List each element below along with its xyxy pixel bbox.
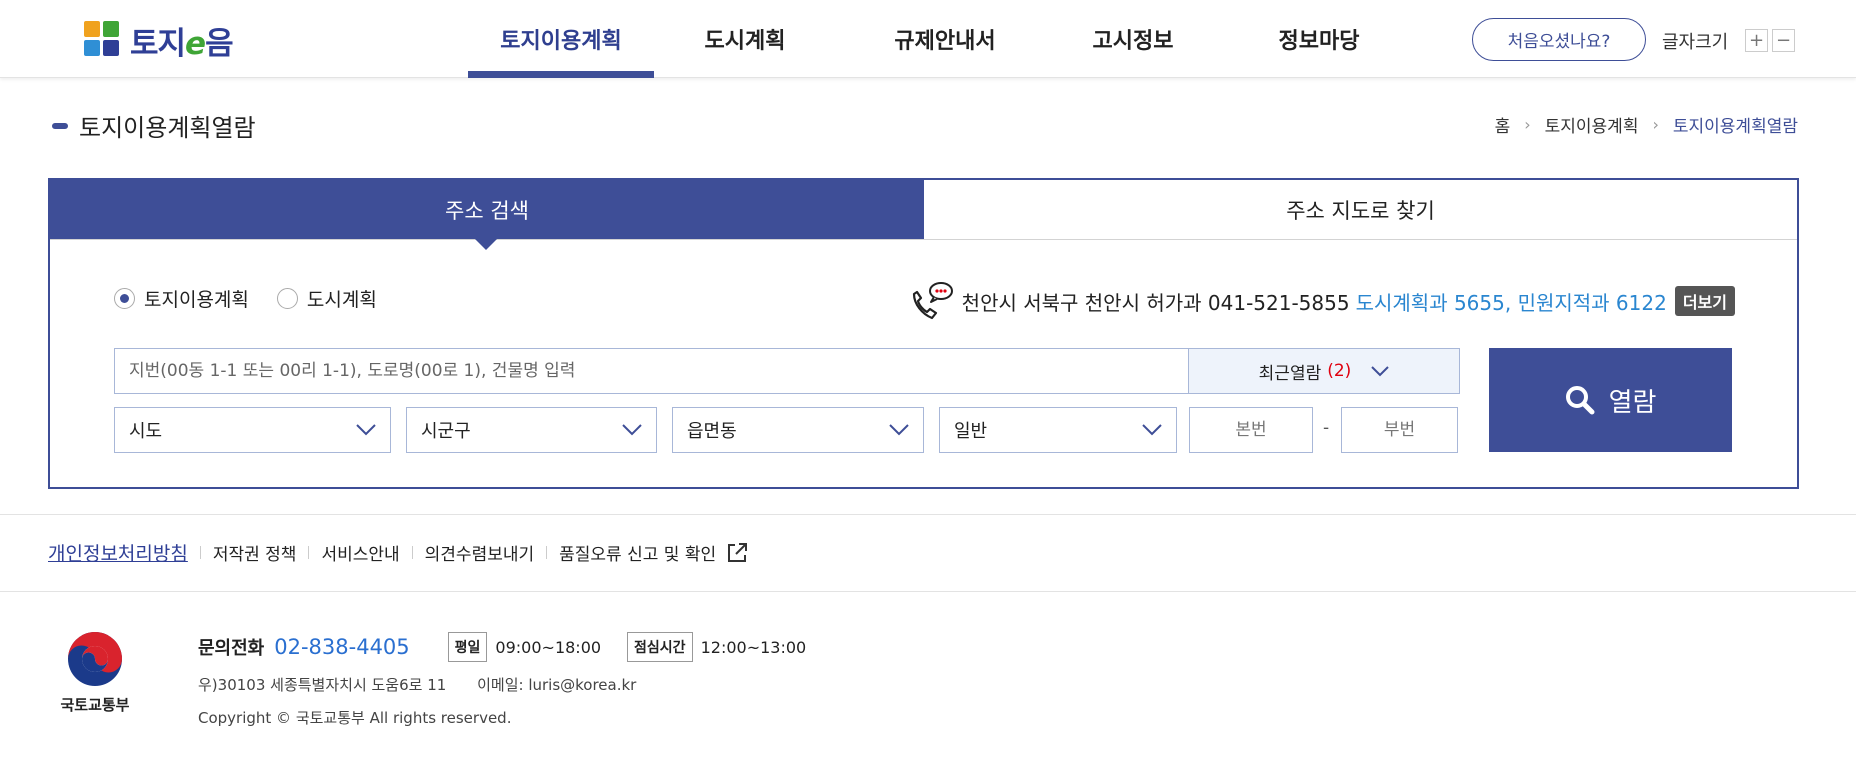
font-decrease-button[interactable]: − [1772, 29, 1795, 52]
search-tabs: 주소 검색 주소 지도로 찾기 [50, 180, 1797, 250]
main-number-input[interactable] [1189, 407, 1313, 453]
breadcrumb-land-use-plan[interactable]: 토지이용계획 [1545, 112, 1639, 137]
copyright-policy-link[interactable]: 저작권 정책 [213, 540, 297, 565]
plan-type-radio-group: 토지이용계획 도시계획 [114, 285, 405, 312]
page-title-area: 토지이용계획열람 [52, 108, 256, 143]
radio-urban-plan[interactable]: 도시계획 [276, 285, 377, 312]
link-divider [411, 546, 413, 559]
site-header: 토지e음 토지이용계획 도시계획 규제안내서 고시정보 정보마당 처음오셨나요?… [0, 0, 1856, 78]
breadcrumb: 홈 › 토지이용계획 › 토지이용계획열람 [1495, 112, 1798, 137]
tab-map-search[interactable]: 주소 지도로 찾기 [924, 180, 1797, 239]
external-link-icon[interactable] [726, 542, 748, 564]
main-nav: 토지이용계획 도시계획 규제안내서 고시정보 정보마당 [468, 0, 1426, 78]
radio-indicator [276, 288, 298, 309]
first-visit-button[interactable]: 처음오셨나요? [1472, 18, 1646, 61]
recent-views-count: (2) [1327, 361, 1352, 381]
view-button[interactable]: 열람 [1489, 348, 1732, 452]
nav-item-land-use-plan[interactable]: 토지이용계획 [468, 0, 654, 78]
footer-links: 개인정보처리방침 저작권 정책 서비스안내 의견수렴보내기 품질오류 신고 및 … [48, 539, 748, 566]
page-title: 토지이용계획열람 [79, 114, 256, 142]
link-divider [199, 546, 201, 559]
footer-links-bar: 개인정보처리방침 저작권 정책 서비스안내 의견수렴보내기 품질오류 신고 및 … [0, 514, 1856, 592]
nav-item-info-yard[interactable]: 정보마당 [1212, 0, 1426, 78]
font-increase-button[interactable]: + [1745, 29, 1768, 52]
site-logo[interactable]: 토지e음 [84, 20, 234, 62]
nav-item-regulation-guide[interactable]: 규제안내서 [836, 0, 1054, 78]
address-row: 우)30103 세종특별자치시 도움6로 11 이메일: luris@korea… [198, 674, 832, 695]
recent-views-label: 최근열람 [1258, 363, 1322, 384]
email-address: 이메일: luris@korea.kr [477, 676, 637, 694]
ministry-logo: 국토교통부 [52, 630, 138, 715]
view-button-label: 열람 [1608, 387, 1657, 418]
chevron-right-icon: › [1524, 115, 1531, 134]
ministry-name: 국토교통부 [60, 696, 130, 714]
weekday-badge: 평일 [447, 632, 488, 662]
font-size-label: 글자크기 [1662, 32, 1729, 53]
chevron-down-icon [889, 424, 909, 436]
link-divider [546, 546, 548, 559]
title-bullet [52, 122, 68, 129]
search-icon [1565, 386, 1595, 415]
search-panel: 주소 검색 주소 지도로 찾기 토지이용계획 도시계획 천안시 서북구 천안시 … [48, 178, 1799, 489]
sigungu-select-value: 시군구 [421, 421, 471, 442]
radio-land-use-plan[interactable]: 토지이용계획 [114, 285, 249, 312]
contact-row: 문의전화 02-838-4405 평일 09:00~18:00 점심시간 12:… [198, 632, 832, 662]
radio-indicator [114, 288, 135, 309]
chevron-down-icon [622, 424, 642, 436]
sigungu-select[interactable]: 시군구 [406, 407, 657, 453]
nav-item-notice-info[interactable]: 고시정보 [1054, 0, 1212, 78]
address-search-input[interactable] [114, 348, 1189, 394]
link-divider [308, 546, 310, 559]
copyright: Copyright © 국토교통부 All rights reserved. [198, 709, 512, 727]
radio-label: 토지이용계획 [144, 289, 249, 311]
logo-mark-icon [84, 21, 122, 59]
breadcrumb-home[interactable]: 홈 [1495, 112, 1511, 137]
eupmyeondong-select-value: 읍면동 [687, 421, 737, 442]
chevron-down-icon [1371, 365, 1390, 376]
quality-error-report-link[interactable]: 품질오류 신고 및 확인 [559, 540, 716, 565]
logo-text: 토지e음 [130, 25, 234, 62]
chevron-down-icon [356, 424, 376, 436]
lunch-badge: 점심시간 [627, 632, 693, 662]
contact-text: 천안시 서북구 천안시 허가과 041-521-5855 [961, 290, 1350, 315]
recent-views-dropdown[interactable]: 최근열람 (2) [1189, 348, 1460, 394]
eupmyeondong-select[interactable]: 읍면동 [672, 407, 924, 453]
more-contacts-button[interactable]: 더보기 [1674, 286, 1735, 316]
radio-label: 도시계획 [306, 289, 377, 311]
postal-address: 우)30103 세종특별자치시 도움6로 11 [198, 676, 447, 694]
tab-address-search[interactable]: 주소 검색 [50, 180, 924, 250]
feedback-link[interactable]: 의견수렴보내기 [425, 540, 534, 565]
land-type-select[interactable]: 일반 [939, 407, 1177, 453]
number-separator: - [1323, 418, 1330, 438]
sido-select-value: 시도 [129, 421, 163, 442]
contact-info: 천안시 서북구 천안시 허가과 041-521-5855 도시계획과 5655,… [908, 280, 1735, 322]
taegeuk-emblem-icon [68, 632, 122, 686]
sub-number-input[interactable] [1341, 407, 1458, 453]
weekday-hours: 09:00~18:00 [495, 637, 602, 657]
chevron-right-icon: › [1652, 115, 1659, 134]
tel-number[interactable]: 02-838-4405 [274, 635, 409, 659]
nav-item-urban-plan[interactable]: 도시계획 [654, 0, 836, 78]
chevron-down-icon [1142, 424, 1162, 436]
phone-chat-icon [912, 282, 953, 320]
contact-departments: 도시계획과 5655, 민원지적과 6122 [1355, 290, 1667, 315]
lunch-hours: 12:00~13:00 [700, 637, 807, 657]
footer-info: 문의전화 02-838-4405 평일 09:00~18:00 점심시간 12:… [198, 632, 832, 728]
service-guide-link[interactable]: 서비스안내 [321, 540, 399, 565]
breadcrumb-current: 토지이용계획열람 [1672, 117, 1798, 137]
sido-select[interactable]: 시도 [114, 407, 391, 453]
privacy-policy-link[interactable]: 개인정보처리방침 [48, 539, 188, 566]
tel-label: 문의전화 [198, 638, 265, 659]
land-type-select-value: 일반 [954, 421, 988, 442]
